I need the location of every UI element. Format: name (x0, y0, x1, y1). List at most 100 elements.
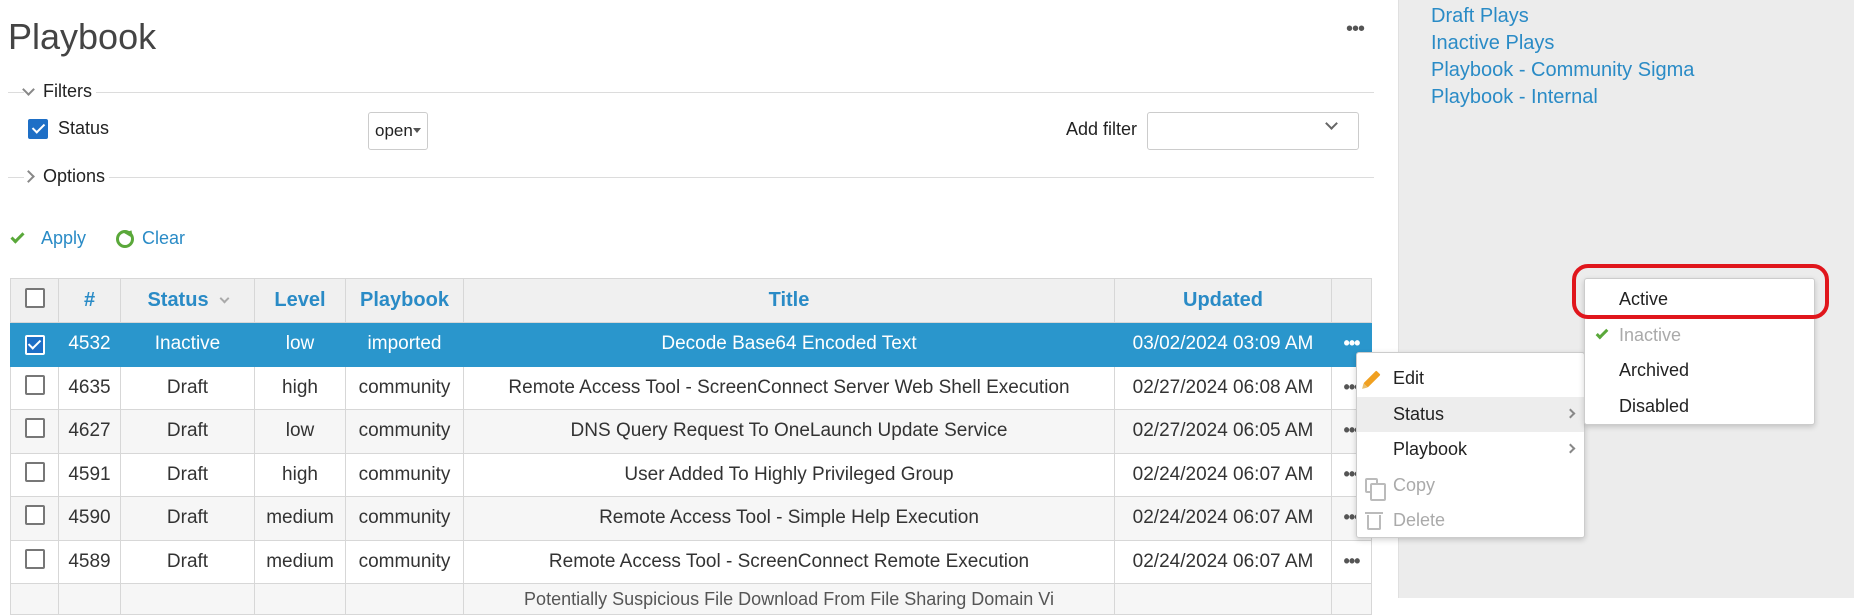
row-status: Draft (120, 496, 255, 541)
row-checkbox[interactable] (24, 505, 45, 526)
table-row[interactable]: 4532 Inactive low imported Decode Base64… (10, 322, 1372, 367)
main-content: Playbook ••• Filters Status open Add fil… (0, 0, 1398, 615)
page-options-menu-icon[interactable]: ••• (1346, 18, 1365, 41)
row-title: Potentially Suspicious File Download Fro… (463, 583, 1115, 615)
status-filter-checkbox[interactable] (28, 118, 48, 139)
options-section: Options (8, 166, 1374, 187)
row-updated: 03/02/2024 03:09 AM (1114, 322, 1332, 367)
status-option-label: Archived (1619, 360, 1690, 381)
sidebar-link-internal[interactable]: Playbook - Internal (1431, 86, 1598, 109)
sidebar-link-community-sigma[interactable]: Playbook - Community Sigma (1431, 59, 1694, 82)
row-checkbox[interactable] (24, 334, 45, 355)
row-context-menu: Edit Status Playbook Copy Delete (1356, 352, 1585, 538)
table-row[interactable]: 4591 Draft high community User Added To … (10, 452, 1372, 497)
chevron-right-icon (1565, 408, 1576, 418)
column-header-title[interactable]: Title (463, 278, 1115, 323)
table-header-row: # Status Level Playbook Title Updated (10, 278, 1372, 323)
sort-down-icon (219, 293, 230, 304)
table-row[interactable]: 4590 Draft medium community Remote Acces… (10, 496, 1372, 541)
table-row[interactable]: 4589 Draft medium community Remote Acces… (10, 539, 1372, 584)
plays-table: # Status Level Playbook Title Updated 45… (10, 278, 1372, 615)
row-id: 4635 (58, 365, 121, 410)
row-playbook: community (345, 539, 464, 584)
apply-button[interactable]: Apply (41, 228, 86, 249)
row-updated: 02/27/2024 06:05 AM (1114, 409, 1332, 454)
table-row[interactable]: Potentially Suspicious File Download Fro… (10, 583, 1372, 615)
column-header-playbook[interactable]: Playbook (345, 278, 464, 323)
row-status: Draft (120, 452, 255, 497)
row-menu-icon[interactable]: ••• (1344, 333, 1361, 353)
row-playbook: community (345, 365, 464, 410)
filter-actions: Apply Clear (10, 228, 185, 249)
row-playbook: community (345, 452, 464, 497)
row-level: high (254, 365, 346, 410)
status-submenu: Active Inactive Archived Disabled (1584, 278, 1815, 425)
copy-icon (1365, 477, 1386, 501)
select-all-header (10, 278, 59, 323)
trash-icon (1365, 512, 1383, 530)
menu-item-label: Status (1393, 403, 1445, 424)
row-updated: 02/24/2024 06:07 AM (1114, 452, 1332, 497)
row-title: Decode Base64 Encoded Text (463, 322, 1115, 367)
menu-item-delete: Delete (1357, 503, 1584, 539)
row-updated: 02/27/2024 06:08 AM (1114, 365, 1332, 410)
add-filter-label: Add filter (1066, 119, 1138, 139)
status-option-inactive: Inactive (1585, 318, 1814, 354)
row-level: low (254, 409, 346, 454)
status-option-label: Disabled (1619, 395, 1690, 416)
options-legend: Options (43, 166, 106, 186)
check-icon (1595, 326, 1609, 339)
column-header-updated[interactable]: Updated (1114, 278, 1332, 323)
menu-item-copy: Copy (1357, 468, 1584, 504)
menu-item-playbook[interactable]: Playbook (1357, 432, 1584, 468)
add-filter-select[interactable] (1147, 112, 1359, 150)
status-option-archived[interactable]: Archived (1585, 353, 1814, 389)
sidebar-link-inactive-plays[interactable]: Inactive Plays (1431, 32, 1554, 55)
status-option-label: Inactive (1619, 324, 1682, 345)
column-header-status[interactable]: Status (120, 278, 255, 323)
row-checkbox[interactable] (24, 374, 45, 395)
chevron-right-icon (22, 170, 35, 183)
chevron-right-icon (1565, 443, 1576, 454)
filters-section: Filters (8, 81, 1374, 102)
select-all-checkbox[interactable] (24, 287, 45, 308)
row-playbook: community (345, 409, 464, 454)
page-title: Playbook (8, 16, 157, 57)
row-id: 4532 (58, 322, 121, 367)
column-header-id[interactable]: # (58, 278, 121, 323)
menu-item-edit[interactable]: Edit (1357, 361, 1584, 397)
column-header-level[interactable]: Level (254, 278, 346, 323)
refresh-icon (116, 229, 135, 248)
row-checkbox[interactable] (24, 461, 45, 482)
status-filter-value: open (375, 121, 413, 140)
chevron-down-icon (22, 82, 35, 96)
row-menu-icon[interactable]: ••• (1344, 551, 1361, 571)
status-filter-select[interactable]: open (368, 112, 428, 150)
row-title: Remote Access Tool - ScreenConnect Remot… (463, 539, 1115, 584)
caret-down-icon (413, 128, 421, 133)
row-level: medium (254, 539, 346, 584)
row-title: DNS Query Request To OneLaunch Update Se… (463, 409, 1115, 454)
menu-item-status[interactable]: Status (1357, 396, 1584, 432)
sidebar-link-draft-plays[interactable]: Draft Plays (1431, 5, 1529, 28)
options-toggle[interactable]: Options (22, 166, 110, 187)
row-level: medium (254, 496, 346, 541)
row-updated: 02/24/2024 06:07 AM (1114, 539, 1332, 584)
clear-button[interactable]: Clear (142, 228, 185, 249)
pencil-icon (1363, 370, 1381, 388)
row-level: high (254, 452, 346, 497)
status-option-disabled[interactable]: Disabled (1585, 389, 1814, 425)
status-option-active[interactable]: Active (1585, 282, 1814, 318)
row-id: 4627 (58, 409, 121, 454)
row-status: Inactive (120, 322, 255, 367)
table-row[interactable]: 4627 Draft low community DNS Query Reque… (10, 409, 1372, 454)
row-checkbox[interactable] (24, 548, 45, 569)
menu-item-label: Edit (1393, 368, 1425, 389)
row-title: Remote Access Tool - Simple Help Executi… (463, 496, 1115, 541)
row-status: Draft (120, 365, 255, 410)
row-checkbox[interactable] (24, 418, 45, 439)
chevron-down-icon (1325, 117, 1338, 130)
row-status: Draft (120, 409, 255, 454)
filters-toggle[interactable]: Filters (22, 81, 96, 102)
table-row[interactable]: 4635 Draft high community Remote Access … (10, 365, 1372, 410)
